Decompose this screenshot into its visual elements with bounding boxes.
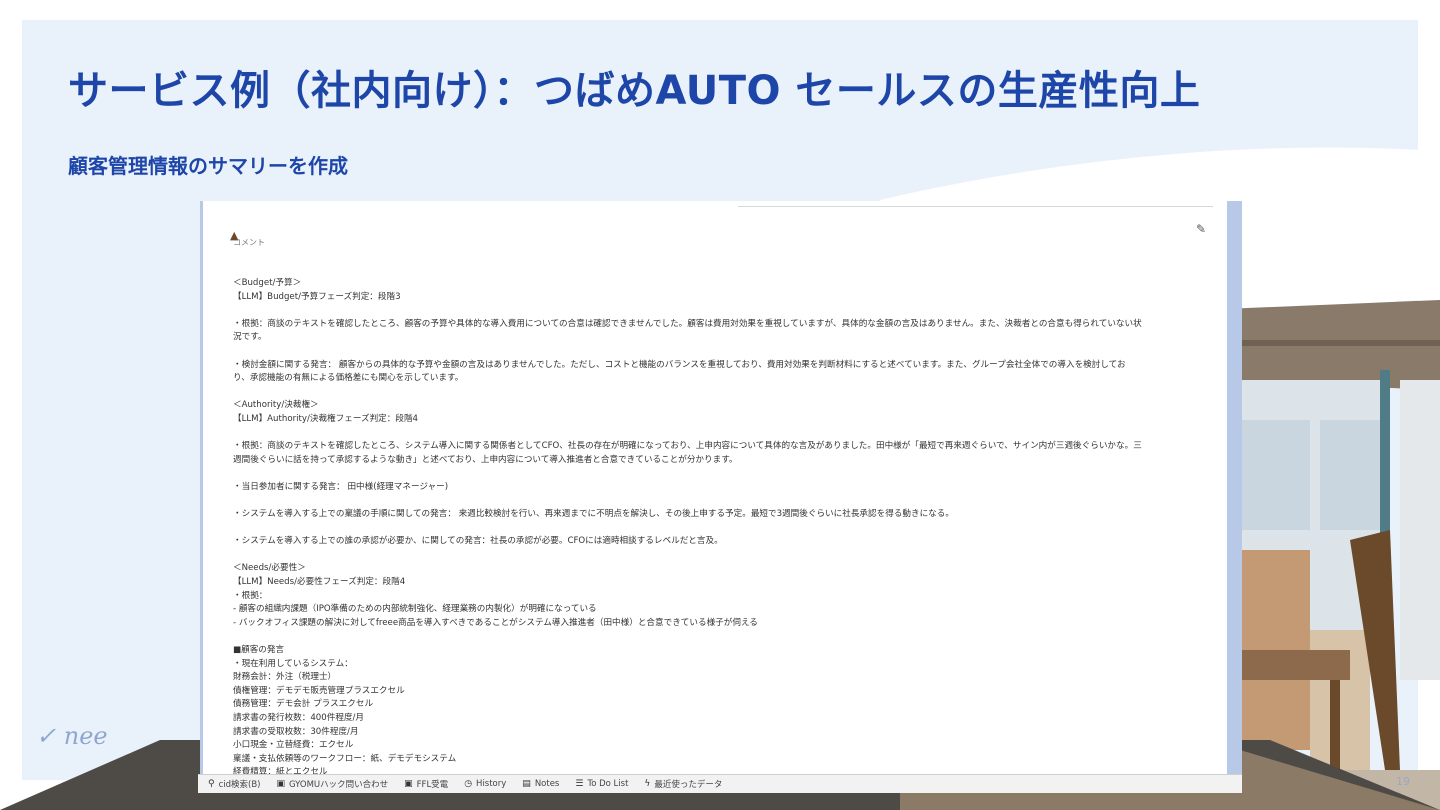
document-icon: ▣	[276, 779, 286, 789]
taskbar-item-label: Notes	[534, 779, 560, 789]
taskbar-item[interactable]: ☰ To Do List	[575, 779, 628, 789]
comment-line: ・根拠：	[233, 590, 268, 601]
mouse-cursor-icon: ▲	[230, 229, 239, 242]
comment-line: 【LLM】Needs/必要性フェーズ判定：段階4	[233, 577, 406, 588]
taskbar-item-label: To Do List	[587, 779, 629, 789]
history-icon: ◷	[464, 779, 473, 789]
comment-line: 稟議・支払依頼等のワークフロー：紙、デモデモシステム	[233, 753, 457, 764]
comment-line: ・検討金額に関する発言： 顧客からの具体的な予算や金額の言及はありませんでした。…	[233, 359, 1126, 370]
taskbar-item-label: cid検索(B)	[218, 780, 261, 790]
comment-line	[233, 345, 1203, 359]
document-icon: ▣	[404, 779, 413, 789]
comment-line	[233, 427, 1203, 441]
comment-panel: コメント ＜Budget/予算＞ 【LLM】Budget/予算フェーズ判定：段階3…	[233, 209, 1203, 789]
divider	[738, 206, 1213, 207]
comment-line	[233, 630, 1203, 644]
taskbar-item-label: History	[476, 779, 507, 789]
bolt-icon: ϟ	[644, 779, 651, 789]
comment-line: 請求書の受取枚数：30件程度/月	[233, 726, 359, 737]
comment-line: ＜Needs/必要性＞	[233, 563, 306, 574]
comment-line: - 顧客の組織内課題（IPO準備のための内部統制強化、経理業務の内製化）が明確に…	[233, 604, 597, 615]
taskbar-item[interactable]: ▣ FFL受電	[404, 778, 448, 790]
taskbar-item[interactable]: ⚲ cid検索(B)	[208, 778, 261, 790]
comment-line: 【LLM】Authority/決裁権フェーズ判定：段階4	[233, 413, 419, 424]
taskbar-item[interactable]: ▣ GYOMUハック問い合わせ	[277, 778, 389, 790]
page-number: 19	[1396, 775, 1410, 788]
comment-line: 債権管理：デモデモ販売管理プラスエクセル	[233, 685, 405, 696]
comment-line: ・システムを導入する上での誰の承認が必要か、に関しての発言：社長の承認が必要。C…	[233, 536, 723, 547]
comment-line: ・システムを導入する上での稟議の手順に関しての発言： 来週比較検討を行い、再来週…	[233, 509, 954, 520]
taskbar-item[interactable]: ◷ History	[464, 779, 506, 789]
taskbar-item-label: GYOMUハック問い合わせ	[289, 780, 389, 790]
comment-line: り、承認機能の有無による価格差にも関心を示しています。	[233, 373, 464, 384]
comment-line	[233, 467, 1203, 481]
note-icon: ▤	[522, 779, 531, 789]
comment-line: 財務会計：外注（税理士）	[233, 672, 337, 683]
comment-line: 週間後ぐらいに話を持って承認するような動き」と述べており、上申内容について導入推…	[233, 454, 738, 465]
comment-line: 債務管理：デモ会計 プラスエクセル	[233, 699, 374, 710]
comment-line: 【LLM】Budget/予算フェーズ判定：段階3	[233, 291, 401, 302]
list-icon: ☰	[575, 779, 584, 789]
company-logo: ✓ nee	[36, 722, 108, 750]
slide-title: サービス例（社内向け）：つばめAUTO セールスの生産性向上	[68, 68, 1201, 114]
comment-line	[233, 522, 1203, 536]
comment-line: 請求書の発行枚数：400件程度/月	[233, 712, 365, 723]
taskbar-item-label: 最近使ったデータ	[654, 780, 723, 790]
comment-line: 況です。	[233, 332, 267, 343]
comment-line: ・当日参加者に関する発言： 田中様(経理マネージャー)	[233, 481, 449, 492]
comment-line: ・現在利用しているシステム：	[233, 658, 353, 669]
taskbar-item[interactable]: ▤ Notes	[522, 779, 559, 789]
comment-line: ＜Budget/予算＞	[233, 277, 302, 288]
comment-line	[233, 549, 1203, 563]
comment-label: コメント	[233, 238, 265, 248]
comment-line	[233, 304, 1203, 318]
taskbar-item[interactable]: ϟ 最近使ったデータ	[644, 778, 722, 790]
comment-line: ■顧客の発言	[233, 645, 285, 655]
comment-line: ・根拠：商談のテキストを確認したところ、顧客の予算や具体的な導入費用についての合…	[233, 318, 1142, 329]
comment-line	[233, 386, 1203, 400]
taskbar-item-label: FFL受電	[416, 780, 449, 790]
search-icon: ⚲	[208, 779, 215, 789]
comment-line: - バックオフィス課題の解決に対してfreee商品を導入すべきであることがシステ…	[233, 617, 758, 628]
bottom-taskbar: ⚲ cid検索(B) ▣ GYOMUハック問い合わせ ▣ FFL受電 ◷ History ▤ No…	[198, 774, 1242, 793]
slide-subtitle: 顧客管理情報のサマリーを作成	[68, 154, 348, 178]
crm-screenshot: ✎ コメント ＜Budget/予算＞ 【LLM】Budget/予算フェーズ判定：段…	[200, 201, 1242, 789]
comment-line: ・根拠：商談のテキストを確認したところ、システム導入に関する関係者としてCFO、…	[233, 441, 1142, 452]
comment-line	[233, 494, 1203, 508]
comment-line: ＜Authority/決裁権＞	[233, 400, 319, 411]
comment-line: 小口現金・立替経費：エクセル	[233, 740, 354, 751]
